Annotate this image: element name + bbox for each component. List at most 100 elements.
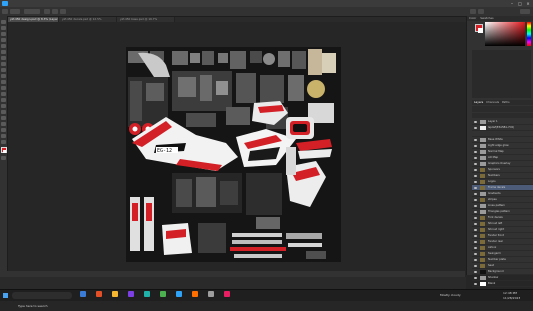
eye-icon[interactable] <box>474 252 477 255</box>
windows-start-icon[interactable] <box>3 293 8 298</box>
blend-mode-select[interactable] <box>472 113 533 118</box>
healing-brush-tool-icon[interactable] <box>1 62 6 66</box>
tab-layers[interactable]: Layers <box>474 100 483 104</box>
share-button[interactable] <box>520 9 530 14</box>
app-icon[interactable] <box>128 291 134 297</box>
tab-swatches[interactable]: Swatches <box>480 16 493 20</box>
app-icon[interactable] <box>192 291 198 297</box>
eye-icon[interactable] <box>474 240 477 243</box>
gradient-tool-icon[interactable] <box>1 92 6 96</box>
move-tool-icon[interactable] <box>1 20 6 24</box>
tab-channels[interactable]: Channels <box>486 100 499 104</box>
eye-icon[interactable] <box>474 234 477 237</box>
folder-icon <box>480 257 485 262</box>
layer-thumbnail <box>480 269 486 274</box>
eye-icon[interactable] <box>474 264 477 267</box>
search-icon[interactable] <box>470 9 476 14</box>
lasso-tool-icon[interactable] <box>1 32 6 36</box>
zoom-tool-icon[interactable] <box>1 140 6 144</box>
photoshop-taskbar-icon[interactable] <box>176 291 182 297</box>
color-picker-field[interactable] <box>485 22 525 46</box>
eye-icon[interactable] <box>474 126 477 129</box>
eye-icon[interactable] <box>474 162 477 165</box>
eye-icon[interactable] <box>474 174 477 177</box>
quick-mask-icon[interactable] <box>1 156 6 160</box>
quick-select-tool-icon[interactable] <box>1 38 6 42</box>
path-select-tool-icon[interactable] <box>1 122 6 126</box>
auto-select-checkbox[interactable] <box>24 9 40 14</box>
app-icon[interactable] <box>224 291 230 297</box>
eye-icon[interactable] <box>474 246 477 249</box>
folder-icon <box>480 167 485 172</box>
file-explorer-icon[interactable] <box>112 291 118 297</box>
layer-name: Fender rear <box>488 240 503 243</box>
background-color-swatch[interactable] <box>3 150 6 153</box>
layer-name: Logos <box>488 180 496 183</box>
marquee-tool-icon[interactable] <box>1 26 6 30</box>
eye-icon[interactable] <box>474 150 477 153</box>
app-icon[interactable] <box>160 291 166 297</box>
brush-tool-icon[interactable] <box>1 68 6 72</box>
weather-status[interactable]: Mostly cloudy <box>440 290 461 301</box>
frame-tool-icon[interactable] <box>1 50 6 54</box>
eye-icon[interactable] <box>474 120 477 123</box>
eye-icon[interactable] <box>474 258 477 261</box>
eye-icon[interactable] <box>474 168 477 171</box>
align-left-icon[interactable] <box>44 9 50 14</box>
layer-name: Shroud right <box>488 228 505 231</box>
app-icon[interactable] <box>144 291 150 297</box>
layer-row[interactable]: Blank <box>472 281 533 287</box>
pen-tool-icon[interactable] <box>1 110 6 114</box>
clock-date[interactable]: 11/28/2023 <box>503 293 520 304</box>
layer-thumbnail <box>480 155 486 160</box>
eye-icon[interactable] <box>474 198 477 201</box>
eye-icon[interactable] <box>474 216 477 219</box>
eye-icon[interactable] <box>474 192 477 195</box>
dodge-tool-icon[interactable] <box>1 104 6 108</box>
browser-icon[interactable] <box>96 291 102 297</box>
eye-icon[interactable] <box>474 228 477 231</box>
eye-icon[interactable] <box>474 204 477 207</box>
eye-icon[interactable] <box>474 156 477 159</box>
eye-icon[interactable] <box>474 282 477 285</box>
align-right-icon[interactable] <box>60 9 66 14</box>
history-brush-tool-icon[interactable] <box>1 80 6 84</box>
eye-icon[interactable] <box>474 180 477 183</box>
layer-thumbnail <box>480 209 486 214</box>
app-icon[interactable] <box>208 291 214 297</box>
eye-icon[interactable] <box>474 270 477 273</box>
minimize-icon[interactable]: – <box>509 0 515 7</box>
panel-background-swatch[interactable] <box>478 28 483 33</box>
taskbar-search-box[interactable]: Type here to search <box>12 292 72 308</box>
hue-slider[interactable] <box>527 22 531 46</box>
eye-icon[interactable] <box>474 144 477 147</box>
workspace-icon[interactable] <box>478 9 484 14</box>
eyedropper-tool-icon[interactable] <box>1 56 6 60</box>
eraser-tool-icon[interactable] <box>1 86 6 90</box>
uv-texture-artwork: EG-12 <box>128 49 336 259</box>
eye-icon[interactable] <box>474 222 477 225</box>
document-canvas[interactable]: EG-12 <box>126 47 341 262</box>
folder-icon <box>480 233 485 238</box>
maximize-icon[interactable]: □ <box>517 0 523 7</box>
eye-icon[interactable] <box>474 276 477 279</box>
blur-tool-icon[interactable] <box>1 98 6 102</box>
crop-tool-icon[interactable] <box>1 44 6 48</box>
align-center-icon[interactable] <box>52 9 58 14</box>
home-icon[interactable] <box>2 9 8 14</box>
eye-icon[interactable] <box>474 186 477 189</box>
eye-icon[interactable] <box>474 138 477 141</box>
tool-preset-picker[interactable] <box>10 9 20 14</box>
folder-icon <box>480 179 485 184</box>
task-view-icon[interactable] <box>80 291 86 297</box>
tab-paths[interactable]: Paths <box>502 100 510 104</box>
rectangle-tool-icon[interactable] <box>1 128 6 132</box>
type-tool-icon[interactable] <box>1 116 6 120</box>
eye-icon[interactable] <box>474 210 477 213</box>
photoshop-logo-icon[interactable] <box>2 1 8 6</box>
close-icon[interactable]: × <box>525 0 531 7</box>
tab-color[interactable]: Color <box>469 16 476 20</box>
clone-stamp-tool-icon[interactable] <box>1 74 6 78</box>
layer-filter-bar[interactable] <box>472 106 533 112</box>
hand-tool-icon[interactable] <box>1 134 6 138</box>
